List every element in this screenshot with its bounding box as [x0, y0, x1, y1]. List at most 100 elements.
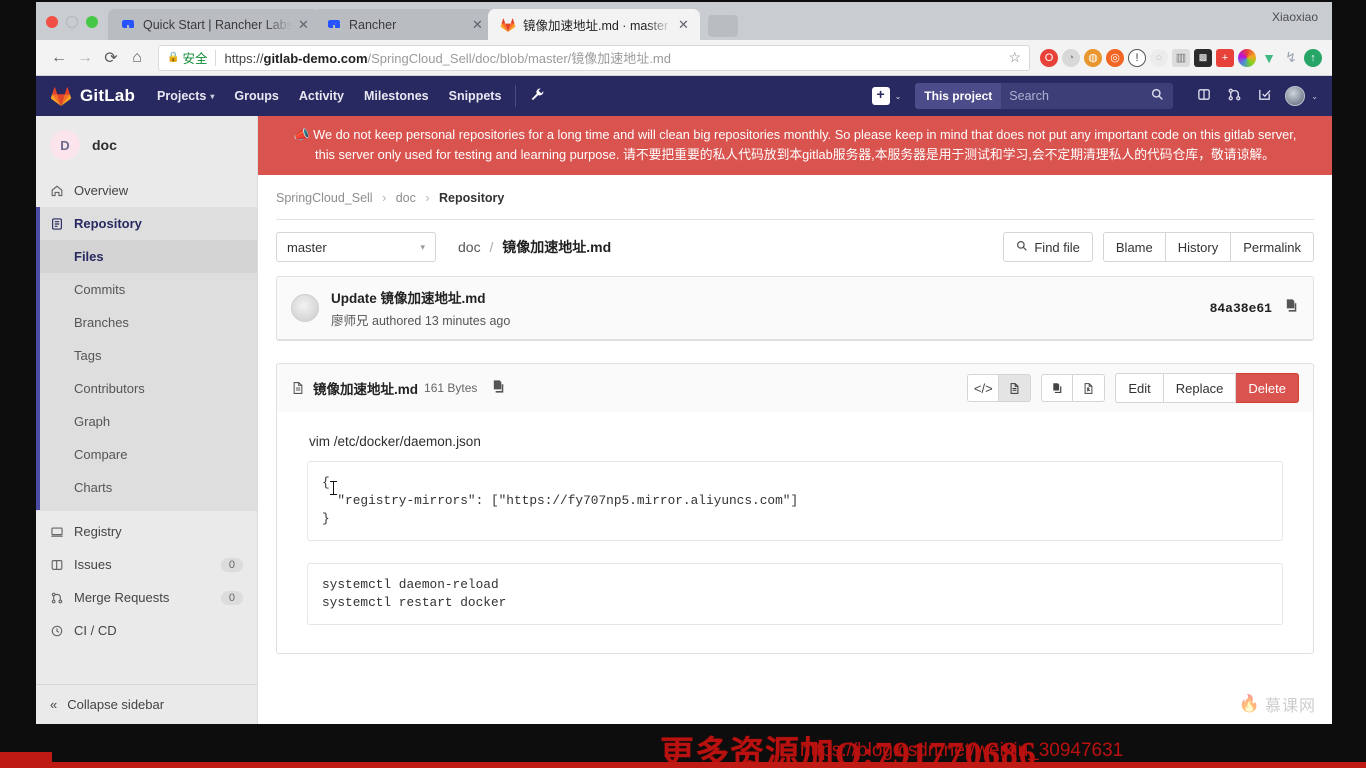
search-icon[interactable] — [1151, 88, 1173, 104]
todos-icon[interactable] — [1249, 87, 1279, 105]
sidebar-item-registry[interactable]: Registry — [36, 515, 257, 548]
sidebar-subitem-contributors[interactable]: Contributors — [36, 372, 257, 405]
merge-requests-icon[interactable] — [1219, 87, 1249, 105]
sidebar-subitem-branches[interactable]: Branches — [36, 306, 257, 339]
copy-file-icon[interactable] — [1041, 374, 1074, 402]
repository-icon — [50, 217, 74, 231]
copy-icon[interactable] — [1284, 298, 1299, 318]
nav-groups[interactable]: Groups — [234, 89, 278, 103]
branch-selector-value: master — [287, 239, 327, 255]
sidebar-subitem-graph[interactable]: Graph — [36, 405, 257, 438]
screenshot-icon[interactable]: ▥ — [1172, 48, 1190, 67]
pumpkin-icon[interactable]: ◍ — [1084, 48, 1102, 67]
maximize-window-button[interactable] — [86, 16, 98, 28]
user-avatar[interactable] — [1285, 86, 1306, 106]
sidebar-subitem-files[interactable]: Files — [36, 240, 257, 273]
new-dropdown-button[interactable]: + ⌄ — [871, 87, 901, 105]
green-arrow-icon[interactable]: ↑ — [1304, 48, 1322, 67]
gitlab-brand[interactable]: GitLab — [50, 85, 135, 107]
commit-author-avatar[interactable] — [291, 294, 319, 322]
red-plus-icon[interactable]: + — [1216, 48, 1234, 67]
reload-icon[interactable]: ⟳ — [98, 45, 124, 71]
document-icon[interactable] — [999, 374, 1032, 402]
browser-tab-1[interactable]: Quick Start | Rancher Labs ✕ — [108, 9, 320, 40]
search-scope-label[interactable]: This project — [915, 83, 1002, 109]
sidebar-item-issues[interactable]: Issues 0 — [36, 548, 257, 581]
breadcrumb-group[interactable]: doc — [396, 191, 416, 205]
sidebar-item-repository[interactable]: Repository — [36, 207, 257, 240]
new-tab-button[interactable] — [708, 15, 738, 37]
wrench-icon[interactable] — [530, 87, 545, 105]
browser-profile-name[interactable]: Xiaoxiao — [1272, 10, 1318, 24]
sidebar-subitem-commits[interactable]: Commits — [36, 273, 257, 306]
sidebar-repository-subnav: Files Commits Branches Tags Contributors… — [36, 207, 257, 510]
sidebar-project-header[interactable]: D doc — [36, 116, 257, 174]
nav-activity[interactable]: Activity — [299, 89, 344, 103]
commit-message[interactable]: Update 镜像加速地址.md — [331, 287, 510, 307]
minimize-window-button[interactable] — [66, 16, 78, 28]
blame-button[interactable]: Blame — [1102, 232, 1166, 262]
sidebar-group-lower: Registry Issues 0 Merge Requests 0 CI / … — [36, 510, 257, 647]
bookmark-star-icon[interactable]: ☆ — [1002, 49, 1021, 66]
back-icon[interactable]: ← — [46, 45, 72, 71]
code-icon[interactable]: </> — [967, 374, 1000, 402]
home-icon[interactable]: ⌂ — [124, 45, 150, 71]
find-file-button[interactable]: Find file — [1003, 232, 1093, 262]
info-icon[interactable]: ! — [1128, 48, 1146, 67]
sidebar-item-cicd[interactable]: CI / CD — [36, 614, 257, 647]
orange-circle-icon[interactable]: ◎ — [1106, 48, 1124, 67]
issues-icon[interactable] — [1189, 87, 1219, 105]
permalink-button[interactable]: Permalink — [1231, 232, 1314, 262]
close-tab-2-button[interactable]: ✕ — [472, 18, 486, 31]
delete-button[interactable]: Delete — [1236, 373, 1299, 403]
chevron-down-icon[interactable]: ⌄ — [1311, 92, 1318, 101]
file-path-dir[interactable]: doc — [458, 239, 481, 255]
branch-selector[interactable]: master ▾ — [276, 232, 436, 262]
ghost-icon[interactable]: ◔ — [1062, 48, 1080, 67]
breadcrumb-project[interactable]: SpringCloud_Sell — [276, 191, 373, 205]
opera-icon[interactable]: O — [1040, 48, 1058, 67]
color-wheel-icon[interactable] — [1238, 48, 1256, 67]
code-block-json: { "registry-mirrors": ["https://fy707np5… — [307, 461, 1283, 541]
edit-button[interactable]: Edit — [1115, 373, 1164, 403]
window-controls — [36, 16, 108, 40]
gitlab-icon — [500, 17, 516, 33]
vue-icon[interactable]: ▼ — [1260, 49, 1278, 67]
breadcrumb-separator: › — [425, 191, 430, 205]
grey-ring-icon[interactable]: ○ — [1150, 48, 1168, 67]
commit-author[interactable]: 廖师兄 — [331, 314, 369, 328]
nav-milestones[interactable]: Milestones — [364, 89, 429, 103]
last-commit-box: Update 镜像加速地址.md 廖师兄 authored 13 minutes… — [276, 276, 1314, 341]
sidebar-item-merge-requests[interactable]: Merge Requests 0 — [36, 581, 257, 614]
sidebar-subitem-charts[interactable]: Charts — [36, 471, 257, 504]
nav-projects-label: Projects — [157, 89, 207, 103]
commit-sha-group: 84a38e61 — [1210, 298, 1299, 318]
mooc-watermark-text: 慕课网 — [1264, 698, 1316, 715]
collapse-sidebar-button[interactable]: « Collapse sidebar — [36, 684, 257, 724]
browser-tab-3[interactable]: 镜像加速地址.md · master · Sp ✕ — [488, 9, 700, 40]
close-window-button[interactable] — [46, 16, 58, 28]
qrcode-icon[interactable]: ▩ — [1194, 48, 1212, 67]
sidebar-subitem-compare[interactable]: Compare — [36, 438, 257, 471]
global-search[interactable]: This project — [915, 83, 1174, 109]
sidebar-merge-requests-count: 0 — [220, 590, 243, 605]
bird-icon[interactable]: ↯ — [1282, 49, 1300, 67]
address-bar[interactable]: 🔒 安全 https://gitlab-demo.com/SpringCloud… — [158, 44, 1030, 71]
sidebar-subitem-tags[interactable]: Tags — [36, 339, 257, 372]
browser-tab-2[interactable]: Rancher ✕ — [314, 9, 494, 40]
history-button[interactable]: History — [1165, 232, 1232, 262]
nav-projects[interactable]: Projects ▾ — [157, 89, 214, 103]
search-input[interactable] — [1001, 89, 1152, 103]
commit-sha[interactable]: 84a38e61 — [1210, 301, 1272, 316]
close-tab-3-button[interactable]: ✕ — [678, 18, 692, 31]
broadcast-banner: 📣 We do not keep personal repositories f… — [258, 116, 1332, 175]
raw-file-icon[interactable] — [1073, 374, 1106, 402]
close-tab-1-button[interactable]: ✕ — [298, 18, 312, 31]
sidebar-item-overview[interactable]: Overview — [36, 174, 257, 207]
forward-icon[interactable]: → — [72, 45, 98, 71]
nav-snippets[interactable]: Snippets — [449, 89, 502, 103]
replace-button[interactable]: Replace — [1163, 373, 1237, 403]
copy-icon[interactable] — [491, 379, 506, 397]
flame-icon: 🔥 — [1238, 694, 1260, 713]
file-path-file: 镜像加速地址.md — [502, 239, 612, 255]
